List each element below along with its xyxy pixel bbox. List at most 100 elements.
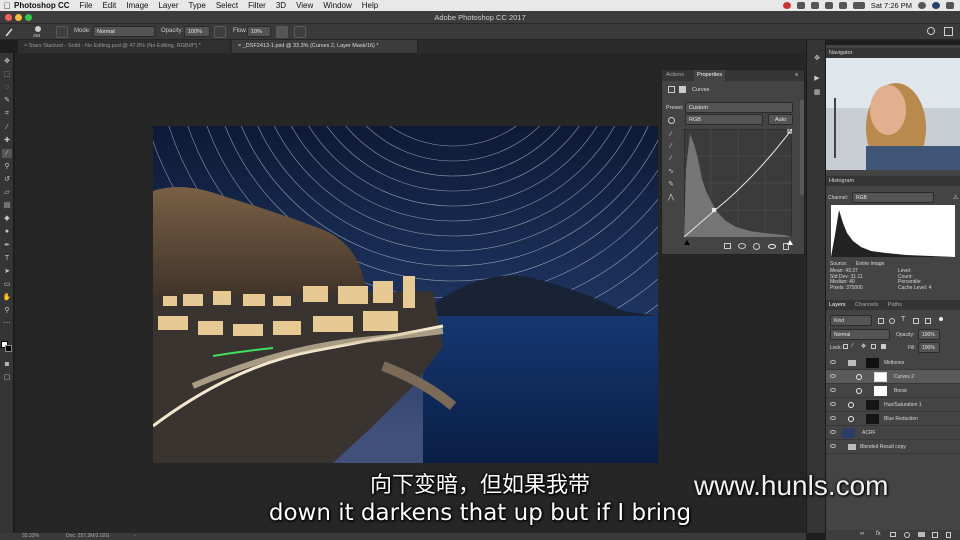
type-tool-icon[interactable]: T <box>2 254 12 263</box>
histogram-source-dropdown[interactable]: Entire Image <box>856 261 956 267</box>
filter-toggle-icon[interactable] <box>939 317 943 321</box>
navigator-title[interactable]: Navigator <box>829 50 853 56</box>
layer-mask-thumbnail[interactable] <box>866 400 879 410</box>
pen-tool-icon[interactable]: ✒ <box>2 241 12 250</box>
pressure-size-icon[interactable] <box>294 26 306 38</box>
flow-field[interactable]: 10% <box>247 26 271 37</box>
filter-pixel-icon[interactable] <box>878 318 884 324</box>
layer-curves-2[interactable]: Curves 2 <box>826 370 960 384</box>
layer-style-icon[interactable]: fx <box>876 531 881 537</box>
tab-properties[interactable]: Properties <box>694 70 726 81</box>
channel-dropdown[interactable]: RGB <box>685 114 763 125</box>
delete-layer-icon[interactable] <box>946 532 951 538</box>
doc-size[interactable]: Doc: 257.3M/2.02G <box>66 533 109 539</box>
lock-transparent-icon[interactable] <box>843 344 848 349</box>
new-adjustment-icon[interactable] <box>904 532 910 538</box>
filter-type-icon[interactable]: T <box>901 316 905 323</box>
more-tools-icon[interactable]: ⋯ <box>2 319 12 328</box>
user-avatar-icon[interactable] <box>932 2 940 9</box>
list-icon[interactable] <box>946 2 954 9</box>
menu-3d[interactable]: 3D <box>276 1 286 10</box>
quick-mask-icon[interactable]: ◙ <box>2 360 12 369</box>
record-icon[interactable] <box>782 2 791 9</box>
lasso-tool-icon[interactable]: ◌ <box>2 83 12 92</box>
curve-point-icon[interactable]: ∿ <box>666 167 676 176</box>
mode-dropdown[interactable]: Normal <box>93 26 155 37</box>
workspace-icon[interactable] <box>944 27 953 36</box>
blend-mode-dropdown[interactable]: Normal <box>830 329 890 340</box>
menu-type[interactable]: Type <box>188 1 205 10</box>
zoom-tool-icon[interactable]: ⚲ <box>2 306 12 315</box>
move-tool-icon[interactable]: ✥ <box>2 57 12 66</box>
filter-adjustment-icon[interactable] <box>889 318 895 324</box>
layer-mask-thumbnail[interactable] <box>874 386 887 396</box>
eyedropper-tool-icon[interactable]: ⁄ <box>2 123 12 132</box>
smooth-icon[interactable]: ⋀ <box>666 193 676 202</box>
play-icon[interactable]: ▶ <box>812 74 822 83</box>
filter-shape-icon[interactable] <box>913 318 919 324</box>
visibility-eye-icon[interactable] <box>768 244 776 249</box>
reset-icon[interactable] <box>753 243 760 250</box>
layer-acrf[interactable]: ACRF <box>826 426 960 440</box>
menu-view[interactable]: View <box>296 1 313 10</box>
visibility-eye-icon[interactable] <box>830 388 836 392</box>
layer-mask-thumbnail[interactable] <box>874 372 887 382</box>
menu-help[interactable]: Help <box>362 1 378 10</box>
visibility-eye-icon[interactable] <box>830 416 836 420</box>
brush-tool-icon[interactable] <box>4 27 14 37</box>
tray-icon[interactable] <box>810 2 819 9</box>
search-icon[interactable] <box>918 2 926 9</box>
path-select-tool-icon[interactable]: ➤ <box>2 267 12 276</box>
healing-tool-icon[interactable]: ✚ <box>2 136 12 145</box>
hand-tool-icon[interactable]: ✋ <box>2 293 12 302</box>
status-menu-arrow-icon[interactable]: › <box>134 533 136 539</box>
crop-tool-icon[interactable]: ⌗ <box>2 109 12 118</box>
menu-layer[interactable]: Layer <box>158 1 178 10</box>
histogram-channel-dropdown[interactable]: RGB <box>852 192 934 203</box>
pencil-icon[interactable]: ✎ <box>666 180 676 189</box>
filter-smart-object-icon[interactable] <box>925 318 931 324</box>
warning-icon[interactable]: ⚠ <box>953 194 958 201</box>
panel-scrollbar[interactable] <box>800 100 804 195</box>
menu-filter[interactable]: Filter <box>248 1 266 10</box>
layer-filter-kind[interactable]: Kind <box>830 315 872 326</box>
fill-field[interactable]: 100% <box>918 342 940 353</box>
eyedropper-gray-icon[interactable]: ⁄ <box>666 142 676 151</box>
lock-artboard-icon[interactable] <box>871 344 876 349</box>
view-previous-icon[interactable] <box>738 243 746 249</box>
layer-mask-thumbnail[interactable] <box>866 358 879 368</box>
lock-all-icon[interactable] <box>881 344 886 349</box>
menu-edit[interactable]: Edit <box>102 1 116 10</box>
shape-tool-icon[interactable]: ▭ <box>2 280 12 289</box>
battery-icon[interactable] <box>852 2 865 9</box>
preset-dropdown[interactable]: Custom <box>685 102 793 113</box>
layer-boost[interactable]: Boost <box>826 384 960 398</box>
eyedropper-black-icon[interactable]: ⁄ <box>666 130 676 139</box>
tab-stars-stacked[interactable]: × Stars Stacked - Solid - No Editing.psd… <box>18 40 231 53</box>
visibility-eye-icon[interactable] <box>830 374 836 378</box>
navigator-dock-icon[interactable]: ✥ <box>812 54 822 63</box>
layer-group-midtones[interactable]: Midtones <box>826 356 960 370</box>
opacity-field[interactable]: 100% <box>184 26 210 37</box>
brush-panel-icon[interactable] <box>56 26 68 38</box>
lock-brush-icon[interactable]: ∕ <box>852 343 853 349</box>
lock-move-icon[interactable]: ✥ <box>861 343 866 350</box>
document-image[interactable] <box>153 126 658 463</box>
visibility-eye-icon[interactable] <box>830 444 836 448</box>
target-adjust-icon[interactable] <box>668 117 675 124</box>
histogram-title[interactable]: Histogram <box>829 178 854 184</box>
visibility-eye-icon[interactable] <box>830 402 836 406</box>
menu-window[interactable]: Window <box>323 1 351 10</box>
new-group-icon[interactable] <box>918 532 925 537</box>
menu-image[interactable]: Image <box>126 1 148 10</box>
tab-actions[interactable]: Actions <box>666 72 684 78</box>
layer-mask-thumbnail[interactable] <box>866 414 879 424</box>
tab-channels[interactable]: Channels <box>855 302 878 308</box>
new-layer-icon[interactable] <box>932 532 938 538</box>
brush-preset-icon[interactable] <box>31 25 45 33</box>
tab-dsf2413[interactable]: × _DSF2413-1.psd @ 33.3% (Curves 2, Laye… <box>232 40 418 53</box>
pressure-opacity-icon[interactable] <box>214 26 226 38</box>
volume-icon[interactable] <box>838 2 847 9</box>
menu-file[interactable]: File <box>80 1 93 10</box>
tab-layers[interactable]: Layers <box>829 302 846 308</box>
